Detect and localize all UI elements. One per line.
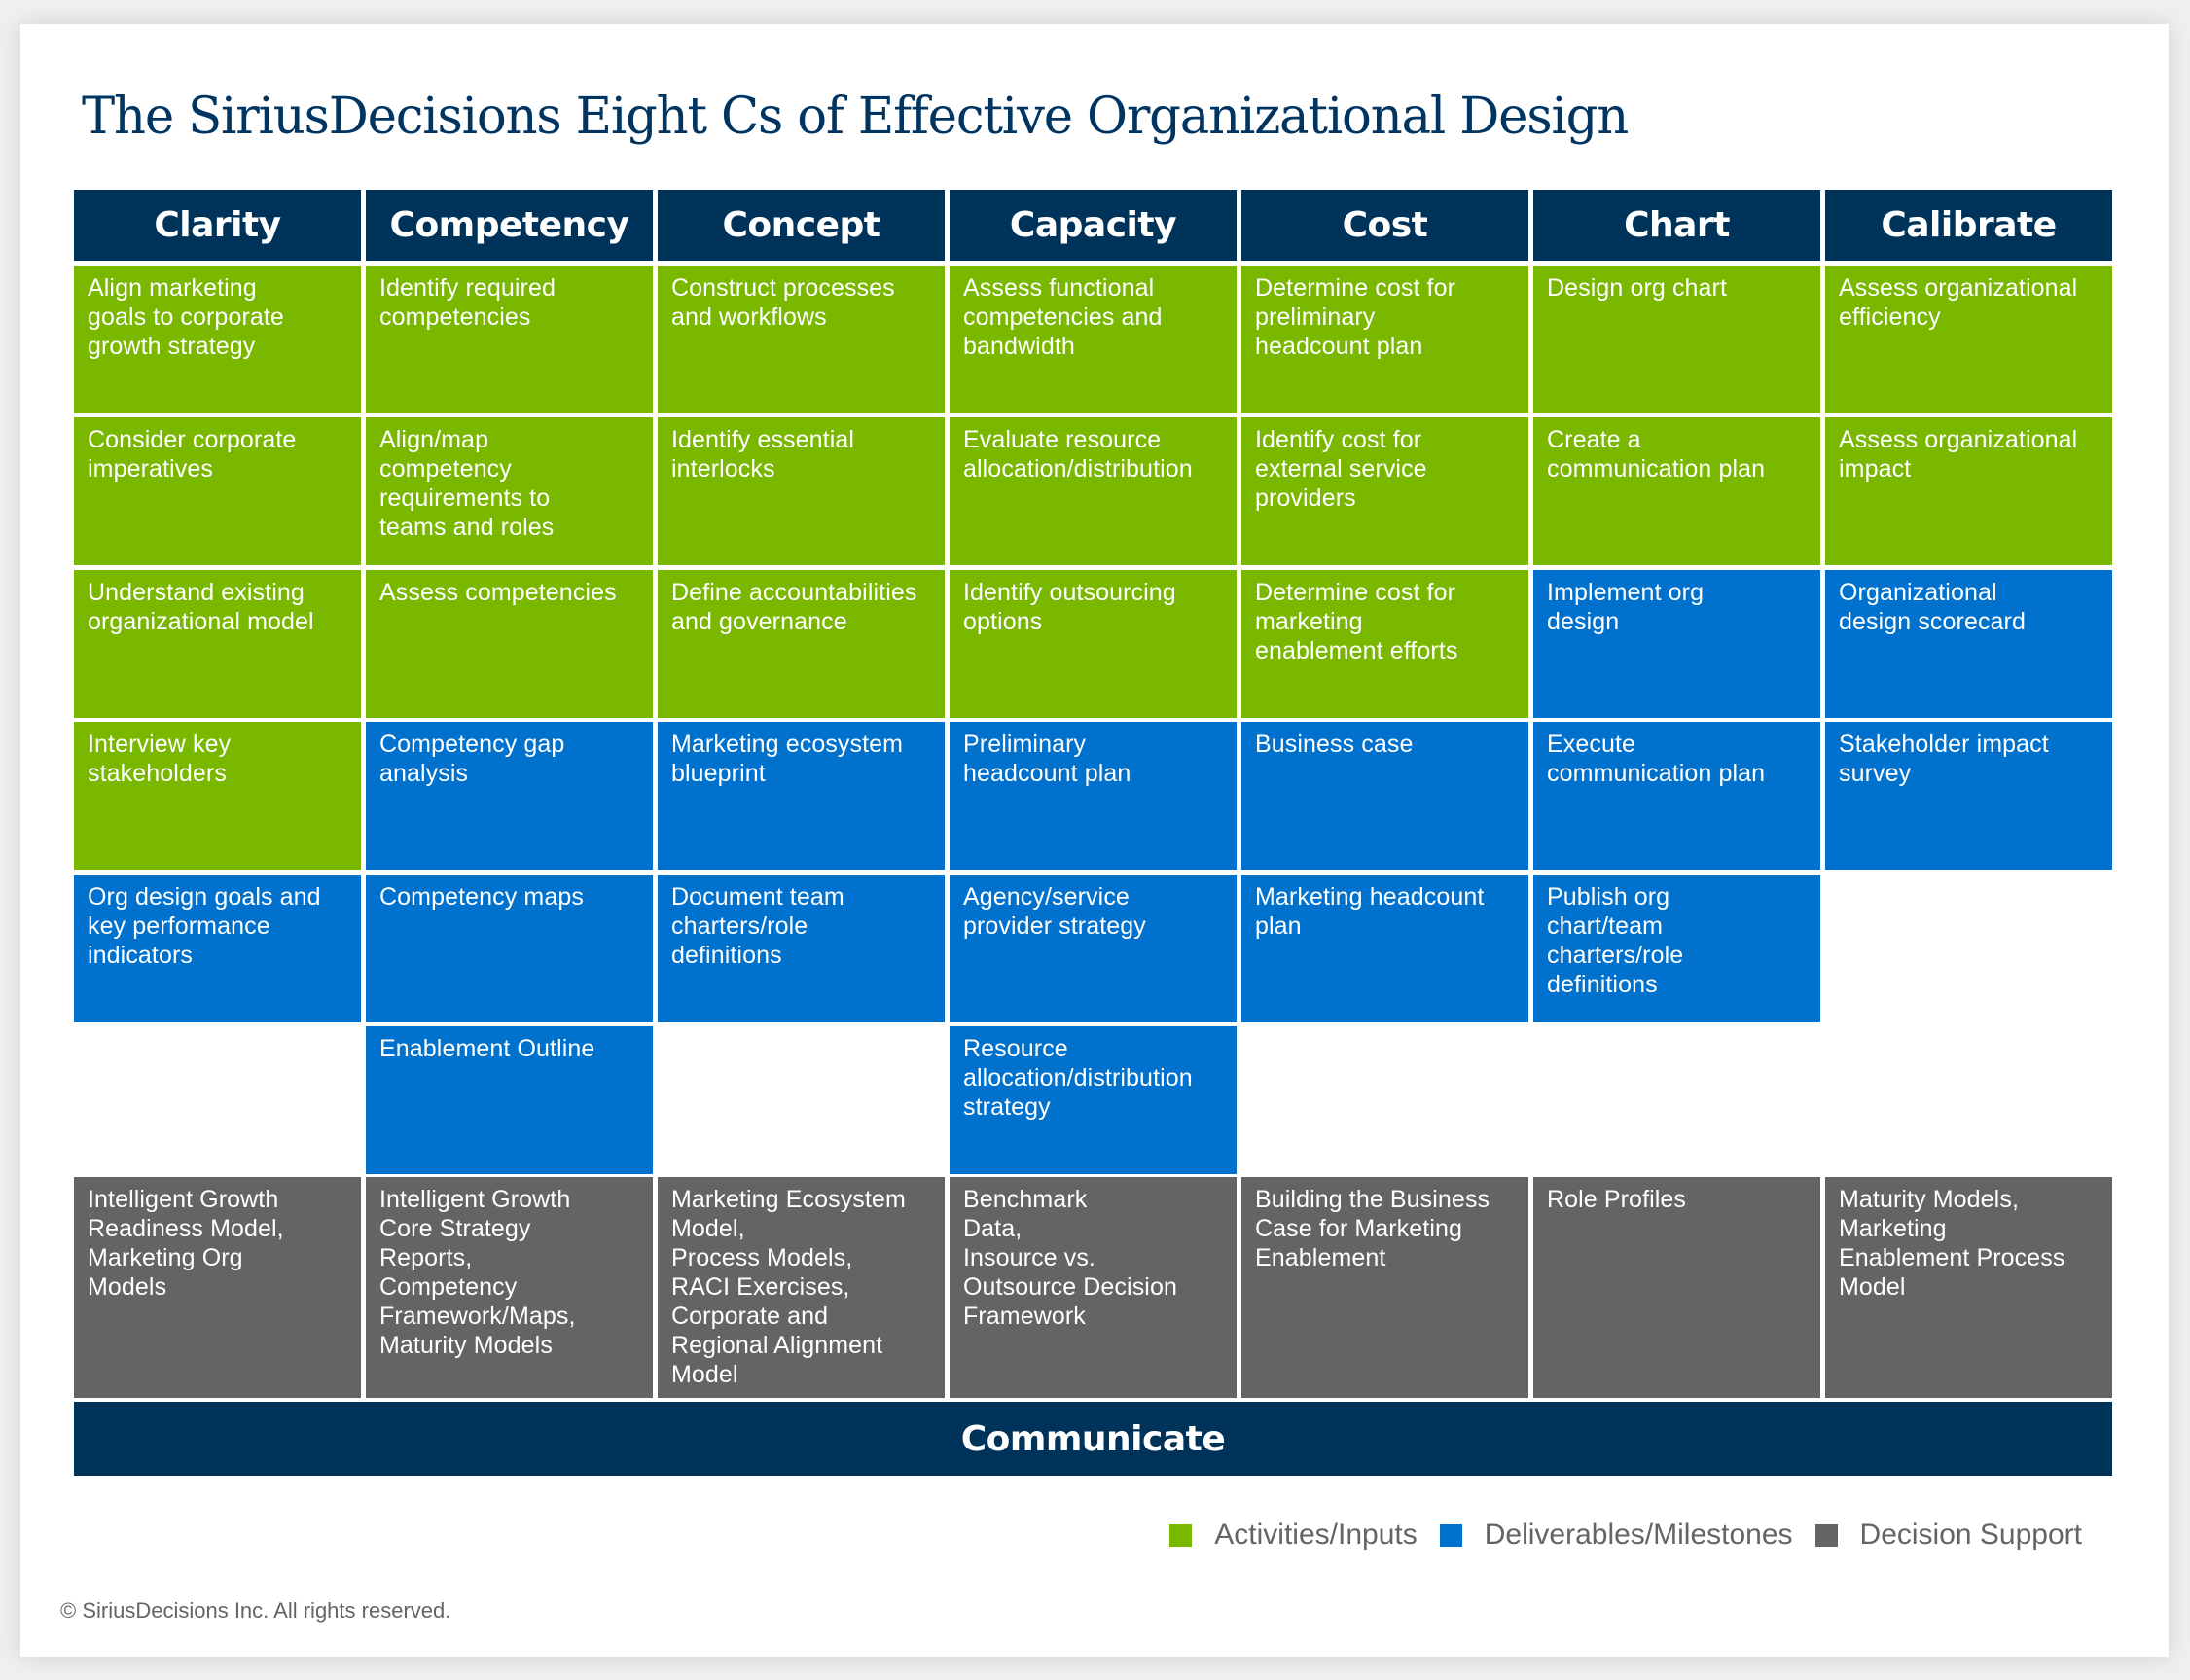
legend-item-decision: Decision Support: [1814, 1519, 2082, 1552]
deliverable-cell: Document team charters/role definitions: [658, 875, 945, 1022]
deliverable-cell: Preliminary headcount plan: [950, 722, 1237, 870]
activity-cell: Identify outsourcing options: [950, 570, 1237, 718]
legend-swatch-icon: [1439, 1523, 1462, 1547]
column-header-chart: Chart: [1533, 190, 1820, 261]
activity-cell: Identify required competencies: [366, 266, 653, 413]
legend: Activities/Inputs Deliverables/Milestones…: [1147, 1516, 2082, 1555]
column-header-clarity: Clarity: [74, 190, 361, 261]
deliverable-cell: Marketing ecosystem blueprint: [658, 722, 945, 870]
deliverable-cell: Implement org design: [1533, 570, 1820, 718]
activity-cell: Identify cost for external service provi…: [1241, 417, 1528, 565]
column-header-cost: Cost: [1241, 190, 1528, 261]
deliverable-cell: Stakeholder impact survey: [1825, 722, 2112, 870]
legend-swatch-icon: [1814, 1523, 1838, 1547]
deliverable-cell: Execute communication plan: [1533, 722, 1820, 870]
activity-cell: Construct processes and workflows: [658, 266, 945, 413]
legend-item-deliverable: Deliverables/Milestones: [1439, 1519, 1793, 1552]
legend-item-activity: Activities/Inputs: [1169, 1519, 1418, 1552]
decision-support-cell: Benchmark Data, Insource vs. Outsource D…: [950, 1177, 1237, 1398]
deliverable-cell: Publish org chart/team charters/role def…: [1533, 875, 1820, 1022]
communicate-bar: Communicate: [74, 1402, 2112, 1476]
deliverable-cell: Agency/service provider strategy: [950, 875, 1237, 1022]
decision-support-cell: Intelligent Growth Core Strategy Reports…: [366, 1177, 653, 1398]
activity-cell: Define accountabilities and governance: [658, 570, 945, 718]
deliverable-cell: Org design goals and key performance ind…: [74, 875, 361, 1022]
activity-cell: Interview key stakeholders: [74, 722, 361, 870]
activity-cell: Align marketing goals to corporate growt…: [74, 266, 361, 413]
deliverable-cell: Marketing headcount plan: [1241, 875, 1528, 1022]
legend-label: Decision Support: [1859, 1519, 2082, 1551]
activity-cell: Determine cost for preliminary headcount…: [1241, 266, 1528, 413]
activity-cell: Assess organizational impact: [1825, 417, 2112, 565]
legend-label: Deliverables/Milestones: [1484, 1519, 1793, 1551]
activity-cell: Assess organizational efficiency: [1825, 266, 2112, 413]
deliverable-cell: Enablement Outline: [366, 1026, 653, 1174]
column-header-concept: Concept: [658, 190, 945, 261]
decision-support-cell: Maturity Models, Marketing Enablement Pr…: [1825, 1177, 2112, 1398]
activity-cell: Assess competencies: [366, 570, 653, 718]
column-header-competency: Competency: [366, 190, 653, 261]
legend-label: Activities/Inputs: [1214, 1519, 1418, 1551]
deliverable-cell: Competency gap analysis: [366, 722, 653, 870]
activity-cell: Align/map competency requirements to tea…: [366, 417, 653, 565]
deliverable-cell: Business case: [1241, 722, 1528, 870]
activity-cell: Assess functional competencies and bandw…: [950, 266, 1237, 413]
deliverable-cell: Organizational design scorecard: [1825, 570, 2112, 718]
copyright-notice: © SiriusDecisions Inc. All rights reserv…: [60, 1598, 451, 1623]
decision-support-cell: Intelligent Growth Readiness Model, Mark…: [74, 1177, 361, 1398]
decision-support-cell: Role Profiles: [1533, 1177, 1820, 1398]
decision-support-cell: Building the Business Case for Marketing…: [1241, 1177, 1528, 1398]
column-header-capacity: Capacity: [950, 190, 1237, 261]
activity-cell: Design org chart: [1533, 266, 1820, 413]
deliverable-cell: Competency maps: [366, 875, 653, 1022]
activity-cell: Evaluate resource allocation/distributio…: [950, 417, 1237, 565]
activity-cell: Identify essential interlocks: [658, 417, 945, 565]
activity-cell: Determine cost for marketing enablement …: [1241, 570, 1528, 718]
legend-swatch-icon: [1169, 1523, 1193, 1547]
activity-cell: Understand existing organizational model: [74, 570, 361, 718]
activity-cell: Create a communication plan: [1533, 417, 1820, 565]
page-title: The SiriusDecisions Eight Cs of Effectiv…: [82, 88, 1629, 146]
deliverable-cell: Resource allocation/distribution strateg…: [950, 1026, 1237, 1174]
activity-cell: Consider corporate imperatives: [74, 417, 361, 565]
decision-support-cell: Marketing Ecosystem Model, Process Model…: [658, 1177, 945, 1398]
column-header-calibrate: Calibrate: [1825, 190, 2112, 261]
